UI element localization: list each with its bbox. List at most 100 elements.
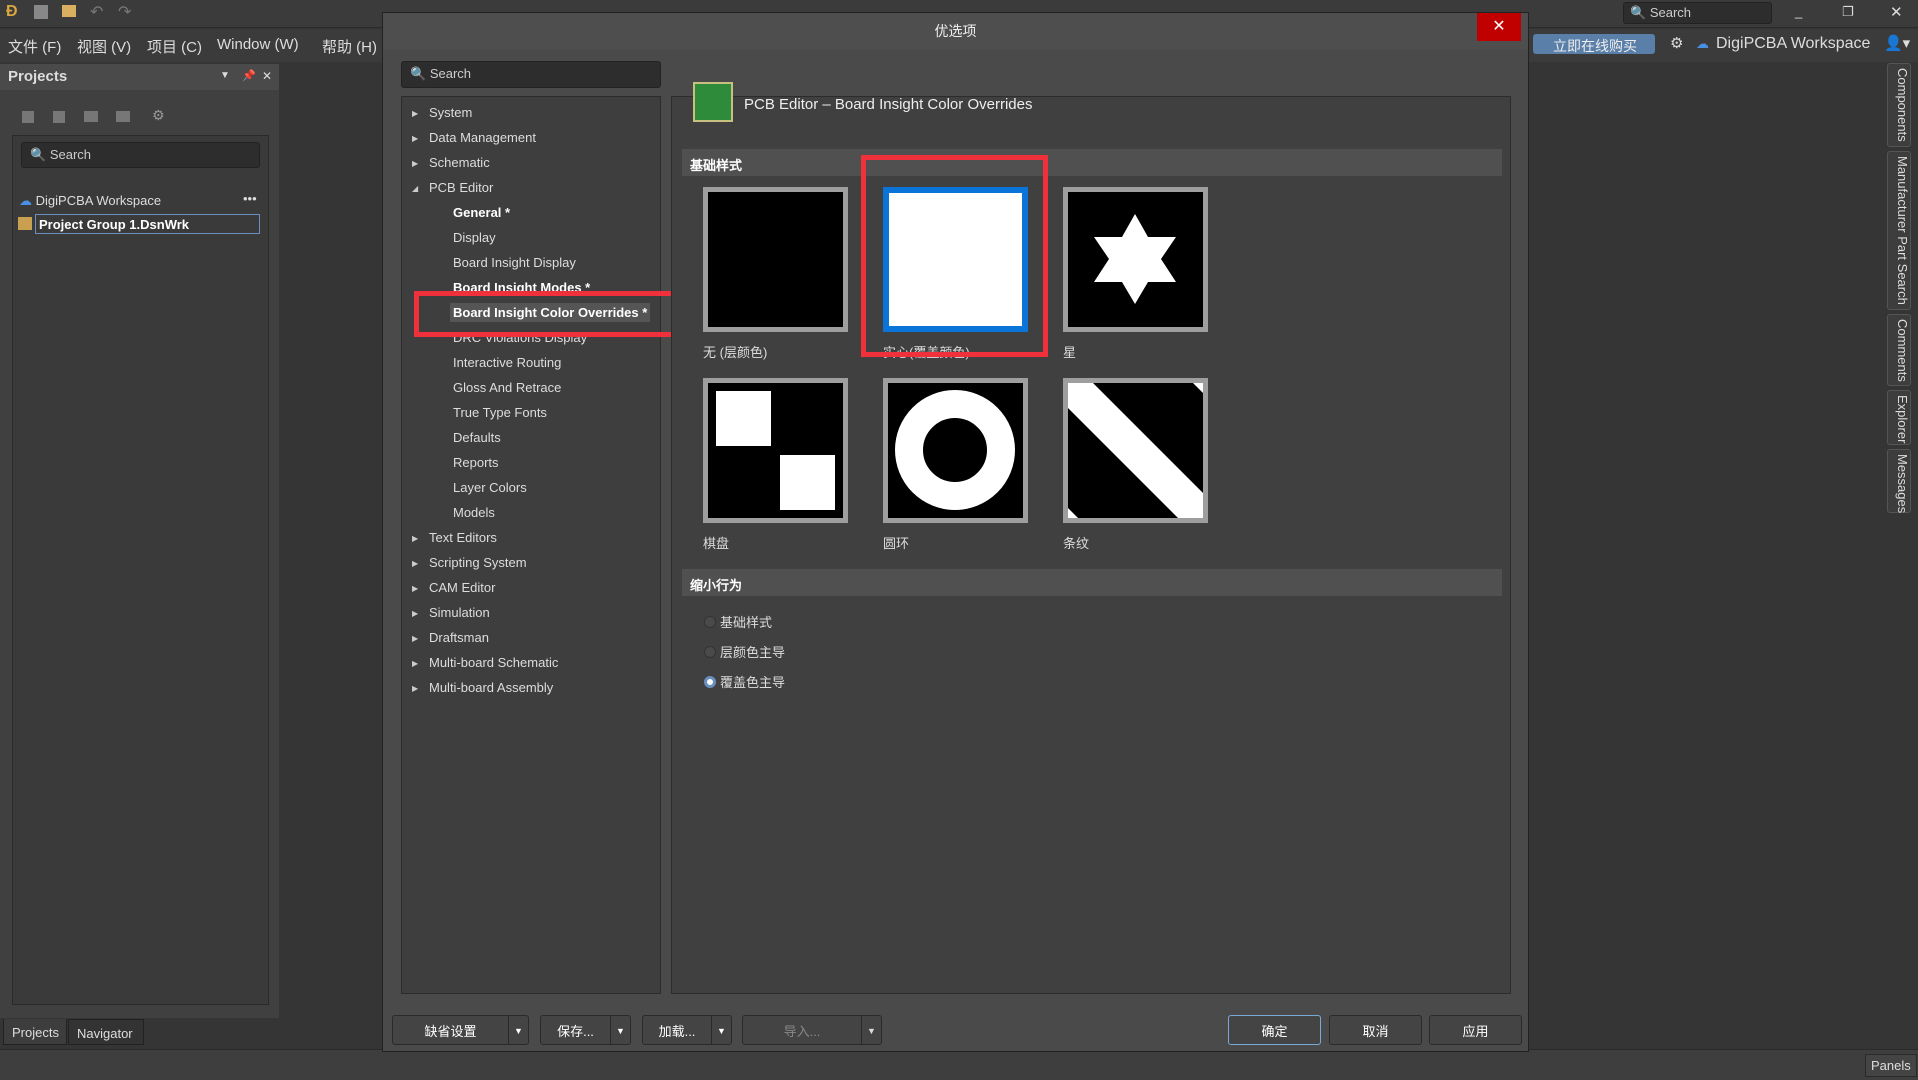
more-icon[interactable]: ••• [243,191,257,206]
minimize-button[interactable]: _ [1795,4,1802,19]
tree-item[interactable]: Draftsman [429,630,489,645]
tree-item[interactable]: Multi-board Assembly [429,680,553,695]
apply-button[interactable]: 应用 [1429,1015,1522,1045]
pattern-none-tile[interactable] [703,187,848,332]
project-group-item[interactable]: Project Group 1.DsnWrk [35,214,260,234]
project-group-icon [18,217,32,230]
tree-item[interactable]: Data Management [429,130,536,145]
panel-tab-navigator[interactable]: Navigator [68,1019,144,1045]
gear-icon[interactable]: ⚙ [152,107,165,124]
folder-settings-icon[interactable] [116,111,130,122]
tree-item[interactable]: CAM Editor [429,580,495,595]
save-button[interactable]: 保存... ▼ [540,1015,631,1045]
preferences-tree: ▶ System ▶ Data Management ▶ Schematic ◢ PCB Ed… [401,96,661,994]
zoom-option-radio[interactable]: 覆盖色主导 [704,672,785,691]
save-icon[interactable] [22,111,34,123]
tab-components[interactable]: Components [1887,63,1911,147]
dialog-close-button[interactable]: ✕ [1477,13,1521,41]
chevron-right-icon[interactable]: ▶ [412,134,418,143]
chevron-down-icon[interactable]: ▼ [508,1016,528,1044]
tree-item[interactable]: Board Insight Display [453,255,576,270]
chevron-right-icon[interactable]: ▶ [412,559,418,568]
chevron-right-icon[interactable]: ▶ [412,659,418,668]
zoom-option-radio[interactable]: 层颜色主导 [704,642,785,661]
page-title: PCB Editor – Board Insight Color Overrid… [744,96,1033,113]
settings-gear-icon[interactable]: ⚙ [1670,34,1683,52]
status-bar: Panels [0,1049,1918,1080]
tree-item[interactable]: Scripting System [429,555,527,570]
panel-menu-icon[interactable]: ▼ [220,70,230,81]
tree-item[interactable]: Reports [453,455,499,470]
chevron-down-icon[interactable]: ▼ [610,1016,630,1044]
projects-search-input[interactable]: 🔍 Search [21,142,260,168]
menu-view[interactable]: 视图 (V) [77,36,131,57]
open-icon[interactable] [62,5,76,17]
tree-item[interactable]: Models [453,505,495,520]
redo-icon[interactable]: ↷ [118,2,131,22]
ok-button[interactable]: 确定 [1228,1015,1321,1045]
tab-manufacturer-part-search[interactable]: Manufacturer Part Search [1887,151,1911,310]
folder-search-icon[interactable] [84,111,98,122]
tab-messages[interactable]: Messages [1887,449,1911,513]
pattern-star-tile[interactable] [1063,187,1208,332]
pattern-checker-tile[interactable] [703,378,848,523]
cancel-button[interactable]: 取消 [1329,1015,1422,1045]
tree-item[interactable]: Multi-board Schematic [429,655,558,670]
preferences-content: PCB Editor – Board Insight Color Overrid… [671,82,1511,994]
pattern-stripe-tile[interactable] [1063,378,1208,523]
tree-item[interactable]: Layer Colors [453,480,527,495]
restore-button[interactable]: ❐ [1842,4,1854,20]
tree-item[interactable]: Schematic [429,155,490,170]
pcb-board-icon [693,82,733,122]
radio-button[interactable] [704,645,716,658]
tree-item[interactable]: Defaults [453,430,501,445]
menu-window[interactable]: Window (W) [217,36,299,53]
defaults-button[interactable]: 缺省设置 ▼ [392,1015,529,1045]
undo-icon[interactable]: ↶ [90,2,103,22]
panel-tab-projects[interactable]: Projects [3,1019,67,1045]
menu-file[interactable]: 文件 (F) [8,36,61,57]
tree-item[interactable]: Gloss And Retrace [453,380,561,395]
tree-item[interactable]: True Type Fonts [453,405,547,420]
chevron-down-icon[interactable]: ▼ [711,1016,731,1044]
workspace-item[interactable]: ☁ DigiPCBA Workspace [19,193,161,209]
panels-button[interactable]: Panels [1865,1054,1917,1077]
tree-item[interactable]: Display [453,230,496,245]
load-button[interactable]: 加载... ▼ [642,1015,732,1045]
chevron-right-icon[interactable]: ▶ [412,634,418,643]
user-account-icon[interactable]: 👤▾ [1884,34,1910,52]
save-all-icon[interactable] [34,5,48,19]
radio-button[interactable] [704,615,716,628]
global-search-input[interactable]: 🔍 Search [1623,2,1772,24]
import-button[interactable]: 导入... ▼ [742,1015,882,1045]
chevron-right-icon[interactable]: ▶ [412,584,418,593]
close-panel-icon[interactable]: ✕ [262,69,272,83]
tree-item[interactable]: Text Editors [429,530,497,545]
chevron-right-icon[interactable]: ▶ [412,109,418,118]
copy-icon[interactable] [53,111,65,123]
zoom-option-radio[interactable]: 基础样式 [704,612,772,631]
pin-icon[interactable]: 📌 [242,69,256,82]
close-window-button[interactable]: ✕ [1890,3,1903,21]
tree-item[interactable]: Interactive Routing [453,355,561,370]
chevron-down-icon[interactable]: ▼ [861,1016,881,1044]
tree-item[interactable]: System [429,105,472,120]
tree-item[interactable]: General * [453,205,510,220]
chevron-down-icon[interactable]: ◢ [412,184,418,193]
chevron-right-icon[interactable]: ▶ [412,609,418,618]
chevron-right-icon[interactable]: ▶ [412,684,418,693]
chevron-right-icon[interactable]: ▶ [412,159,418,168]
preferences-search-input[interactable]: 🔍 Search [401,61,661,88]
radio-button[interactable] [704,675,716,688]
menu-project[interactable]: 项目 (C) [147,36,202,57]
tab-comments[interactable]: Comments [1887,314,1911,386]
tree-item[interactable]: PCB Editor [429,180,493,195]
workspace-button[interactable]: DigiPCBA Workspace [1716,35,1870,53]
buy-online-button[interactable]: 立即在线购买 [1533,34,1655,54]
tab-explorer[interactable]: Explorer [1887,390,1911,445]
chevron-right-icon[interactable]: ▶ [412,534,418,543]
tree-item[interactable]: Simulation [429,605,490,620]
pattern-ring-tile[interactable] [883,378,1028,523]
menu-help[interactable]: 帮助 (H) [322,36,377,57]
dialog-title: 优选项 [383,13,1528,50]
